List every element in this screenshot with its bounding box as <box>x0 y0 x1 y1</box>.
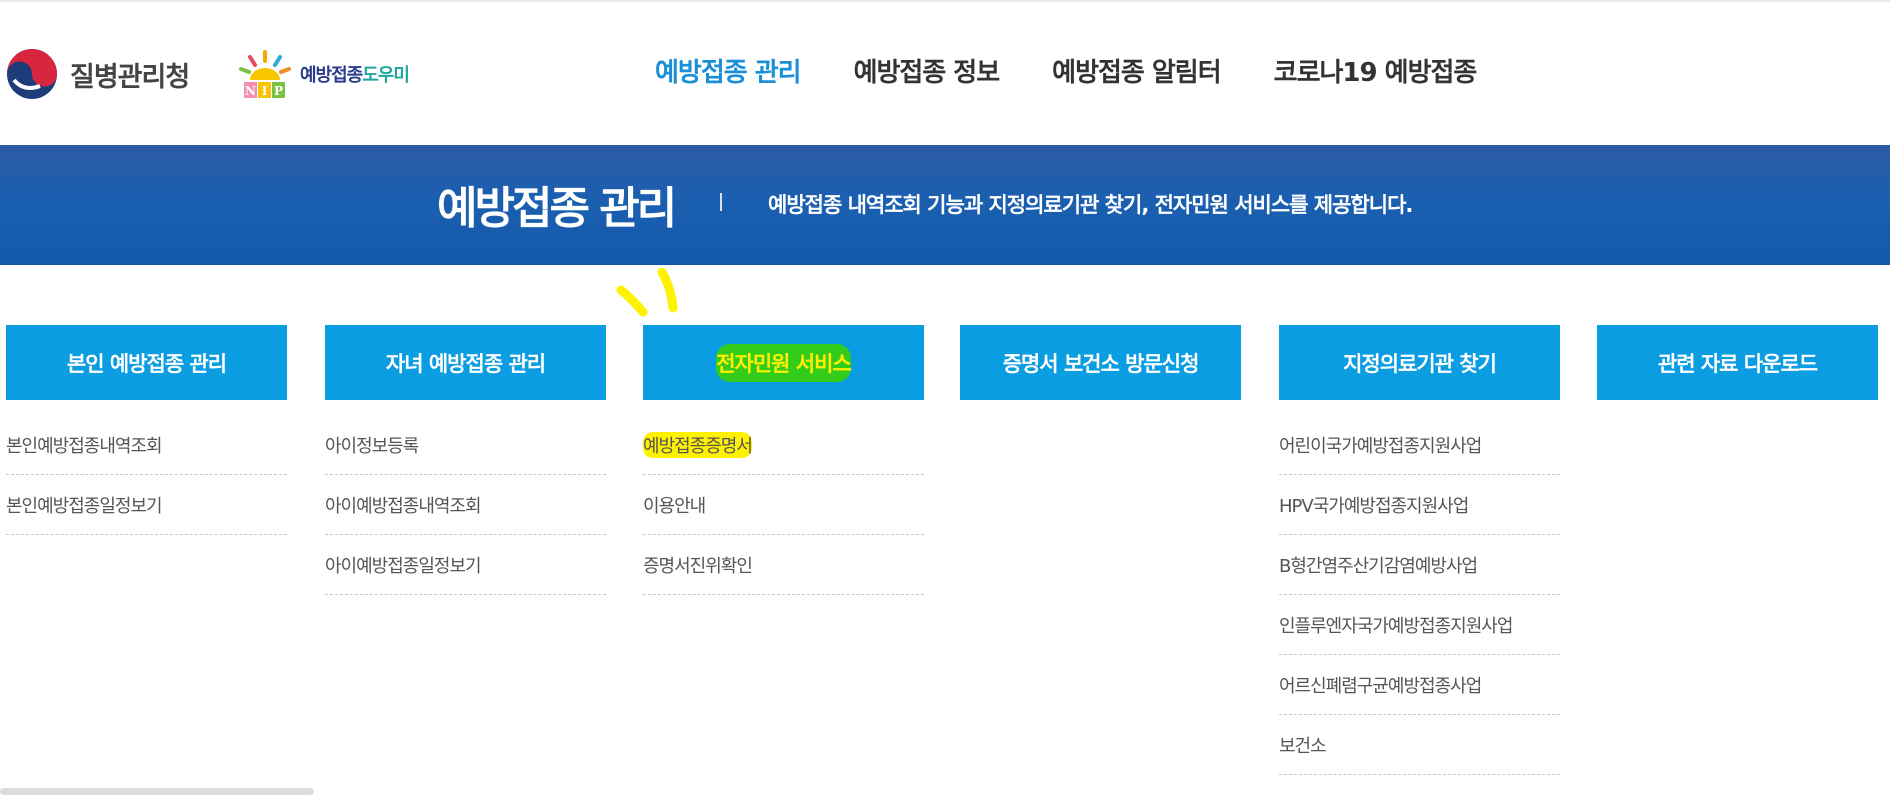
list-item: 예방접종증명서 <box>643 415 924 475</box>
horizontal-scrollbar[interactable] <box>0 788 314 795</box>
page-description: 예방접종 내역조회 기능과 지정의료기관 찾기, 전자민원 서비스를 제공합니다… <box>768 193 1413 217</box>
list-item: 본인예방접종내역조회 <box>6 415 287 475</box>
list-item: 어르신폐렴구균예방접종사업 <box>1279 655 1560 715</box>
menu-link[interactable]: B형간염주산기감염예방사업 <box>1279 552 1478 578</box>
menu-column-child: 자녀 예방접종 관리 아이정보등록 아이예방접종내역조회 아이예방접종일정보기 <box>325 325 606 595</box>
helper-name-part2: 도우미 <box>362 65 410 86</box>
kdca-logo[interactable]: 질병관리청 <box>6 47 190 101</box>
menu-link[interactable]: 인플루엔자국가예방접종지원사업 <box>1279 612 1513 638</box>
banner-divider <box>720 193 722 211</box>
menu-head-e-civil-service[interactable]: 전자민원 서비스 <box>643 325 924 400</box>
list-item: 아이예방접종내역조회 <box>325 475 606 535</box>
menu-head-download[interactable]: 관련 자료 다운로드 <box>1597 325 1878 400</box>
list-item: 인플루엔자국가예방접종지원사업 <box>1279 595 1560 655</box>
list-item: 아이예방접종일정보기 <box>325 535 606 595</box>
taegeuk-icon <box>7 49 57 99</box>
nav-covid19-vaccination[interactable]: 코로나19 예방접종 <box>1274 52 1478 89</box>
main-nav: 예방접종 관리 예방접종 정보 예방접종 알림터 코로나19 예방접종 <box>655 52 1529 89</box>
menu-list-e-civil: 예방접종증명서 이용안내 증명서진위확인 <box>643 415 924 595</box>
list-item: HPV국가예방접종지원사업 <box>1279 475 1560 535</box>
list-item: 보건소 <box>1279 715 1560 775</box>
menu-link[interactable]: 증명서진위확인 <box>643 552 753 578</box>
page-banner: 예방접종 관리 예방접종 내역조회 기능과 지정의료기관 찾기, 전자민원 서비… <box>0 145 1890 265</box>
menu-link[interactable]: 본인예방접종일정보기 <box>6 492 163 518</box>
menu-list-self: 본인예방접종내역조회 본인예방접종일정보기 <box>6 415 287 535</box>
nav-vaccination-management[interactable]: 예방접종 관리 <box>655 52 802 89</box>
menu-link[interactable]: 아이예방접종내역조회 <box>325 492 482 518</box>
nav-vaccination-notice[interactable]: 예방접종 알림터 <box>1052 52 1221 89</box>
vaccination-helper-logo[interactable]: N I P 예방접종 도우미 <box>236 46 410 102</box>
menu-head-child-vaccination[interactable]: 자녀 예방접종 관리 <box>325 325 606 400</box>
menu-link[interactable]: 아이정보등록 <box>325 432 419 458</box>
menu-link[interactable]: HPV국가예방접종지원사업 <box>1279 492 1469 518</box>
helper-name-part1: 예방접종 <box>300 65 363 86</box>
menu-column-clinic: 지정의료기관 찾기 어린이국가예방접종지원사업 HPV국가예방접종지원사업 B형… <box>1279 325 1560 775</box>
menu-column-visit: 증명서 보건소 방문신청 <box>960 325 1241 400</box>
menu-column-download: 관련 자료 다운로드 <box>1597 325 1878 400</box>
menu-link[interactable]: 본인예방접종내역조회 <box>6 432 163 458</box>
nav-vaccination-info[interactable]: 예방접종 정보 <box>854 52 1001 89</box>
svg-text:P: P <box>274 84 283 98</box>
org-name: 질병관리청 <box>70 61 190 93</box>
menu-list-child: 아이정보등록 아이예방접종내역조회 아이예방접종일정보기 <box>325 415 606 595</box>
list-item: 아이정보등록 <box>325 415 606 475</box>
menu-link[interactable]: 아이예방접종일정보기 <box>325 552 482 578</box>
page-title: 예방접종 관리 <box>437 183 677 234</box>
menu-column-self: 본인 예방접종 관리 본인예방접종내역조회 본인예방접종일정보기 <box>6 325 287 535</box>
list-item: 본인예방접종일정보기 <box>6 475 287 535</box>
nip-sun-icon: N I P <box>239 50 291 98</box>
menu-column-e-civil: 전자민원 서비스 예방접종증명서 이용안내 증명서진위확인 <box>643 325 924 595</box>
list-item: 어린이국가예방접종지원사업 <box>1279 415 1560 475</box>
svg-text:I: I <box>262 84 268 98</box>
menu-head-self-vaccination[interactable]: 본인 예방접종 관리 <box>6 325 287 400</box>
menu-link[interactable]: 어린이국가예방접종지원사업 <box>1279 432 1482 458</box>
site-header: 질병관리청 N I P 예방접종 도우미 예방접종 관리 예방접종 정보 예방접… <box>0 2 1890 145</box>
list-item: B형간염주산기감염예방사업 <box>1279 535 1560 595</box>
list-item: 증명서진위확인 <box>643 535 924 595</box>
menu-link[interactable]: 어르신폐렴구균예방접종사업 <box>1279 672 1482 698</box>
menu-link-certificate[interactable]: 예방접종증명서 <box>643 431 753 458</box>
highlighted-label: 전자민원 서비스 <box>716 343 852 382</box>
list-item: 이용안내 <box>643 475 924 535</box>
highlighter-mark <box>616 268 678 317</box>
menu-list-clinic: 어린이국가예방접종지원사업 HPV국가예방접종지원사업 B형간염주산기감염예방사… <box>1279 415 1560 775</box>
menu-head-find-clinic[interactable]: 지정의료기관 찾기 <box>1279 325 1560 400</box>
menu-link[interactable]: 이용안내 <box>643 492 706 518</box>
svg-text:N: N <box>245 84 256 98</box>
menu-head-visit-request[interactable]: 증명서 보건소 방문신청 <box>960 325 1241 400</box>
menu-link[interactable]: 보건소 <box>1279 732 1327 758</box>
